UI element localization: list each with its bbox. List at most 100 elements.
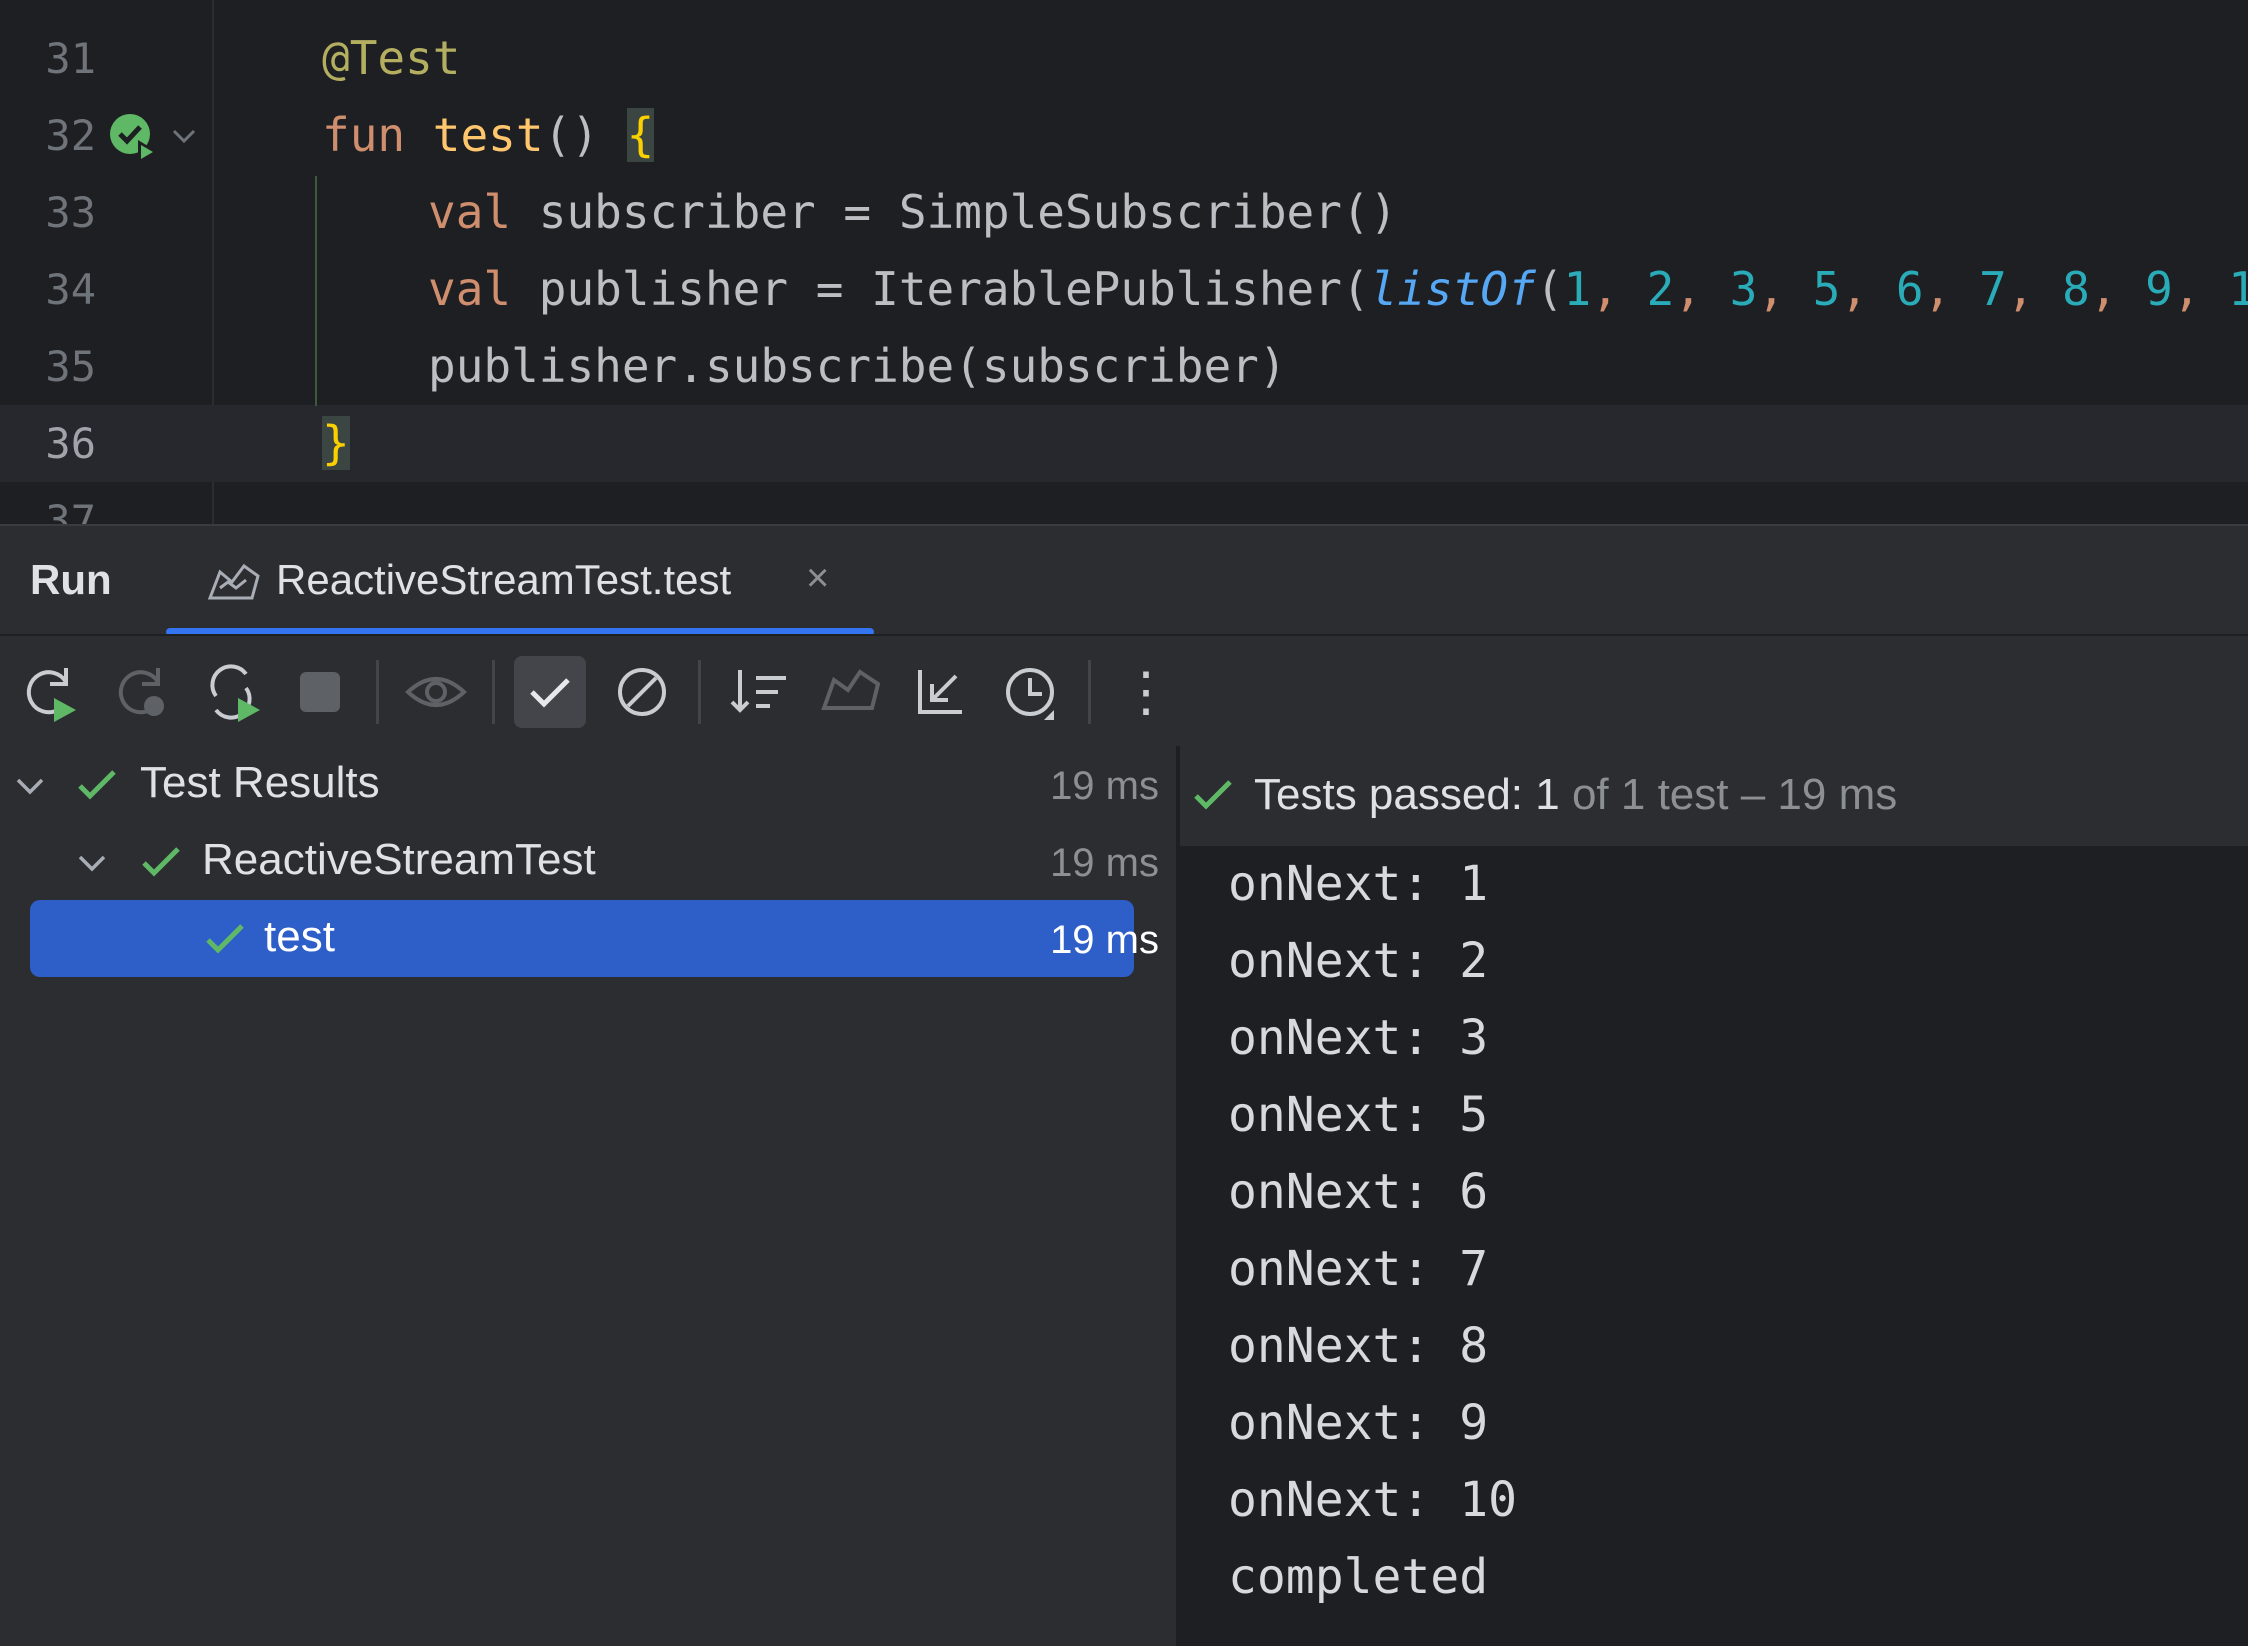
toolbar-separator <box>1088 660 1091 724</box>
tab-reactive-stream-test[interactable]: ReactiveStreamTest.test × <box>166 526 874 636</box>
code-line[interactable]: 35 publisher.subscribe(subscriber) <box>0 328 2248 405</box>
code-line-current[interactable]: 36 } <box>0 405 2248 482</box>
test-passed-icon <box>1194 780 1232 810</box>
test-passed-icon <box>142 847 180 877</box>
function-name: test <box>432 108 544 162</box>
console-line: completed <box>1228 1549 1489 1605</box>
code-line[interactable]: 34 val publisher = IterablePublisher(lis… <box>0 251 2248 328</box>
toggle-autotest-icon[interactable] <box>196 656 268 728</box>
keyword: fun <box>322 108 406 162</box>
status-main: Tests passed: 1 <box>1254 770 1560 819</box>
test-run-config-icon <box>207 563 260 600</box>
tree-row-test-results[interactable]: Test Results 19 ms <box>0 746 1176 823</box>
tree-label: ReactiveStreamTest <box>202 835 596 884</box>
test-results-tree: Test Results 19 ms ReactiveStreamTest 19… <box>0 746 1180 1646</box>
tree-label: test <box>264 912 335 961</box>
fold-chevron-icon[interactable] <box>170 122 198 150</box>
test-passed-icon <box>206 924 244 954</box>
line-code: publisher.subscribe(subscriber) <box>428 339 1287 393</box>
show-ignored-icon[interactable] <box>400 656 472 728</box>
line-code: val publisher = IterablePublisher(listOf… <box>428 251 2248 328</box>
console-line: onNext: 6 <box>1228 1164 1489 1220</box>
console-line: onNext: 1 <box>1228 856 1489 912</box>
comma: , <box>2089 262 2146 316</box>
comma: , <box>1757 262 1813 316</box>
rerun-failed-icon[interactable] <box>104 656 176 728</box>
collapse-icon[interactable] <box>904 656 976 728</box>
brace: } <box>322 416 350 470</box>
line-code: @Test <box>322 20 460 97</box>
code-editor[interactable]: 31 @Test 32 fun test() { 33 val subscrib… <box>0 0 2248 524</box>
run-test-passed-icon[interactable] <box>108 110 164 166</box>
tree-label: Test Results <box>140 758 380 807</box>
test-duration: 19 ms <box>1050 764 1159 808</box>
run-toolbar: ⋮ <box>0 634 2248 748</box>
code-text: subscriber = SimpleSubscriber() <box>511 185 1398 239</box>
console-line: onNext: 5 <box>1228 1087 1489 1143</box>
keyword: val <box>428 262 512 316</box>
number-literal: 9 <box>2145 262 2173 316</box>
line-number: 37 <box>45 496 96 524</box>
line-number: 35 <box>45 342 96 391</box>
status-detail: of 1 test – 19 ms <box>1559 770 1898 819</box>
console-line: onNext: 9 <box>1228 1395 1489 1451</box>
tree-row-reactive-stream-test[interactable]: ReactiveStreamTest 19 ms <box>0 823 1176 900</box>
line-number: 33 <box>45 188 96 237</box>
comma: , <box>1591 262 1647 316</box>
selection-highlight <box>30 900 1134 977</box>
console-output[interactable]: onNext: 1 onNext: 2 onNext: 3 onNext: 5 … <box>1180 846 2248 1646</box>
number-literal: 7 <box>1978 262 2007 316</box>
code-line[interactable]: 32 fun test() { <box>0 97 2248 174</box>
paren: ( <box>1535 262 1564 316</box>
sort-icon[interactable] <box>726 656 798 728</box>
toolbar-separator <box>698 660 701 724</box>
stop-icon[interactable] <box>284 656 356 728</box>
toolbar-separator <box>492 660 495 724</box>
indent-guide <box>315 176 317 406</box>
show-ignored-tests-icon[interactable] <box>606 656 678 728</box>
number-literal: 3 <box>1729 262 1758 316</box>
line-code: val subscriber = SimpleSubscriber() <box>428 174 1397 251</box>
line-number: 32 <box>45 111 96 160</box>
import-tests-icon[interactable] <box>816 656 888 728</box>
test-passed-icon <box>78 770 116 800</box>
toolbar-separator <box>376 660 379 724</box>
console-line: onNext: 7 <box>1228 1241 1489 1297</box>
code-line[interactable]: 33 val subscriber = SimpleSubscriber() <box>0 174 2248 251</box>
line-number: 36 <box>45 419 96 468</box>
keyword: val <box>428 185 512 239</box>
annotation: @Test <box>322 31 461 85</box>
comma: , <box>1923 262 1979 316</box>
console-line: onNext: 8 <box>1228 1318 1489 1374</box>
code-line[interactable]: 37 <box>0 482 2248 524</box>
tab-label: ReactiveStreamTest.test <box>276 556 732 603</box>
run-tool-window-header: Run ReactiveStreamTest.test × <box>0 524 2248 636</box>
show-passed-icon[interactable] <box>514 656 586 728</box>
line-number: 34 <box>45 265 96 314</box>
test-duration: 19 ms <box>1050 918 1159 962</box>
line-code: fun test() { <box>322 97 655 174</box>
rerun-icon[interactable] <box>12 656 84 728</box>
number-literal: 8 <box>2062 262 2090 316</box>
tests-passed-summary: Tests passed: 1 of 1 test – 19 ms <box>1254 770 1897 820</box>
function-call: listOf <box>1369 262 1536 316</box>
history-icon[interactable] <box>996 656 1068 728</box>
console-line: onNext: 2 <box>1228 933 1489 989</box>
line-code: } <box>322 405 350 482</box>
number-literal: 6 <box>1895 262 1924 316</box>
chevron-down-icon[interactable] <box>12 768 48 804</box>
console-line: onNext: 10 <box>1228 1472 1517 1528</box>
more-icon[interactable]: ⋮ <box>1110 656 1182 728</box>
console-line: onNext: 3 <box>1228 1010 1489 1066</box>
comma: , <box>1674 262 1730 316</box>
comma: , <box>2006 262 2063 316</box>
test-duration: 19 ms <box>1050 841 1159 885</box>
comma: , <box>1840 262 1896 316</box>
number-literal: 1 <box>1563 262 1592 316</box>
code-line[interactable]: 31 @Test <box>0 20 2248 97</box>
close-icon[interactable]: × <box>806 556 829 601</box>
tree-row-test[interactable]: test 19 ms <box>0 900 1176 977</box>
code-text: () <box>543 108 627 162</box>
test-status-bar: Tests passed: 1 of 1 test – 19 ms <box>1180 746 2248 849</box>
chevron-down-icon[interactable] <box>74 845 110 881</box>
